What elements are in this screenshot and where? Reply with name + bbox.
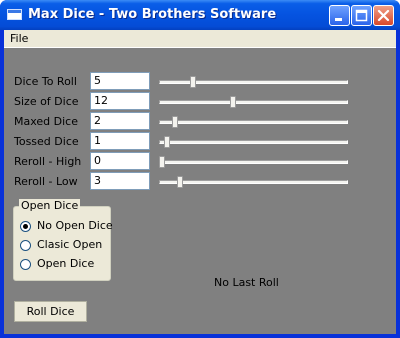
dice-to-roll-slider-thumb[interactable] bbox=[190, 76, 197, 88]
app-window: Max Dice - Two Brothers Software File Di… bbox=[0, 0, 400, 338]
minimize-icon bbox=[335, 18, 342, 21]
maxed-dice-slider[interactable] bbox=[159, 120, 348, 124]
tossed-dice-label: Tossed Dice bbox=[14, 135, 79, 148]
radio-clasic-open[interactable] bbox=[20, 240, 31, 251]
radio-open-dice[interactable] bbox=[20, 259, 31, 270]
reroll-high-input[interactable]: 0 bbox=[90, 152, 150, 170]
reroll-high-label: Reroll - High bbox=[14, 155, 82, 168]
tossed-dice-slider-thumb[interactable] bbox=[164, 136, 171, 148]
size-of-dice-slider[interactable] bbox=[159, 100, 348, 104]
maxed-dice-input[interactable]: 2 bbox=[90, 112, 150, 130]
window-border-right bbox=[396, 30, 400, 338]
reroll-low-slider-thumb[interactable] bbox=[177, 176, 184, 188]
radio-no-open-dice-label[interactable]: No Open Dice bbox=[37, 219, 113, 232]
tossed-dice-slider[interactable] bbox=[159, 140, 348, 144]
maxed-dice-slider-thumb[interactable] bbox=[171, 116, 178, 128]
dice-to-roll-label: Dice To Roll bbox=[14, 75, 77, 88]
open-dice-group-title: Open Dice bbox=[19, 199, 81, 212]
size-of-dice-input[interactable]: 12 bbox=[90, 92, 150, 110]
reroll-low-input[interactable]: 3 bbox=[90, 172, 150, 190]
roll-dice-button[interactable]: Roll Dice bbox=[14, 301, 87, 322]
reroll-low-slider[interactable] bbox=[159, 180, 348, 184]
window-title: Max Dice - Two Brothers Software bbox=[28, 7, 277, 22]
menu-bar: File bbox=[4, 30, 396, 48]
maxed-dice-label: Maxed Dice bbox=[14, 115, 78, 128]
open-dice-group: Open Dice No Open Dice Clasic Open Open … bbox=[13, 199, 113, 281]
close-button[interactable] bbox=[373, 5, 394, 26]
size-of-dice-label: Size of Dice bbox=[14, 95, 79, 108]
radio-clasic-open-label[interactable]: Clasic Open bbox=[37, 238, 102, 251]
title-bar[interactable]: Max Dice - Two Brothers Software bbox=[0, 0, 400, 30]
app-window-icon bbox=[7, 9, 22, 20]
close-icon bbox=[377, 9, 390, 22]
last-roll-status: No Last Roll bbox=[214, 276, 279, 289]
menu-file[interactable]: File bbox=[10, 32, 28, 45]
radio-open-dice-label[interactable]: Open Dice bbox=[37, 257, 94, 270]
minimize-button[interactable] bbox=[329, 5, 350, 26]
radio-no-open-dice[interactable] bbox=[20, 221, 31, 232]
tossed-dice-input[interactable]: 1 bbox=[90, 132, 150, 150]
dice-to-roll-slider[interactable] bbox=[159, 80, 348, 84]
reroll-high-slider-thumb[interactable] bbox=[159, 156, 165, 168]
reroll-low-label: Reroll - Low bbox=[14, 175, 78, 188]
reroll-high-slider[interactable] bbox=[159, 160, 348, 164]
maximize-icon bbox=[355, 9, 368, 22]
main-panel: Dice To Roll 5 Size of Dice 12 Maxed Dic… bbox=[4, 48, 396, 334]
size-of-dice-slider-thumb[interactable] bbox=[230, 96, 237, 108]
dice-to-roll-input[interactable]: 5 bbox=[90, 72, 150, 90]
maximize-button[interactable] bbox=[351, 5, 372, 26]
window-border-bottom bbox=[0, 334, 400, 338]
